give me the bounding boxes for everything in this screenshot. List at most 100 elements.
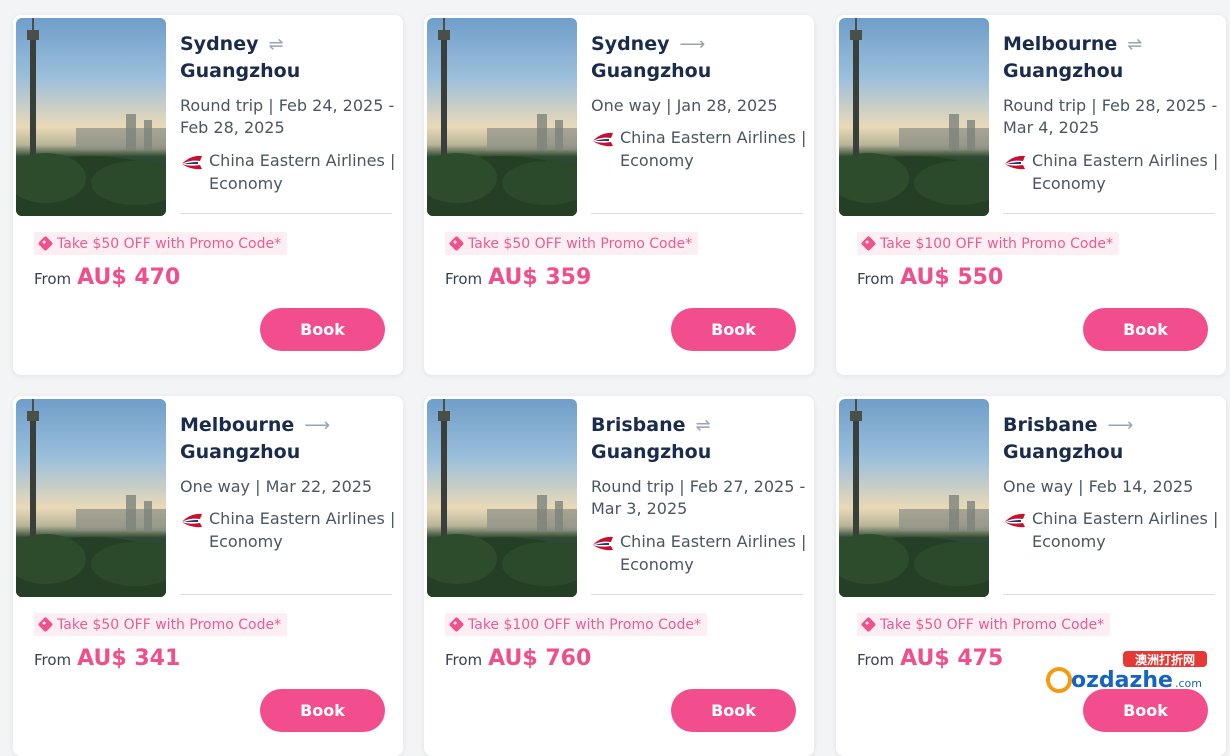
flight-card[interactable]: Brisbane ⟶ Guangzhou One way | Feb 14, 20… — [836, 396, 1226, 756]
origin-city: Sydney — [591, 33, 670, 55]
promo-badge: Take $50 OFF with Promo Code* — [34, 232, 288, 255]
ozdazhe-watermark-logo: 澳洲打折网 ozdazhe .com — [1046, 651, 1207, 693]
trip-details: Round trip | Feb 28, 2025 - Mar 4, 2025 — [1003, 96, 1218, 137]
airline-name: China Eastern Airlines | Economy — [209, 151, 396, 193]
promo-text: Take $100 OFF with Promo Code* — [880, 235, 1113, 252]
destination-city: Guangzhou — [591, 60, 712, 82]
price: From AU$ 475 — [857, 646, 1003, 671]
divider — [1003, 213, 1215, 214]
destination-image — [16, 18, 166, 216]
flight-card[interactable]: Sydney ⇌ Guangzhou Round trip | Feb 24, 2… — [13, 15, 403, 375]
promo-text: Take $50 OFF with Promo Code* — [880, 616, 1105, 633]
trip-details: Round trip | Feb 24, 2025 - Feb 28, 2025 — [180, 96, 395, 137]
promo-badge: Take $100 OFF with Promo Code* — [857, 232, 1119, 255]
origin-city: Sydney — [180, 33, 259, 55]
divider — [591, 594, 803, 595]
price-amount: AU$ 760 — [488, 646, 592, 671]
airline-info: China Eastern Airlines | Economy — [1003, 508, 1219, 553]
airline-name: China Eastern Airlines | Economy — [209, 509, 396, 551]
promo-text: Take $50 OFF with Promo Code* — [57, 616, 282, 633]
route-title: Melbourne ⇌ Guangzhou — [1003, 31, 1142, 85]
price: From AU$ 359 — [445, 265, 591, 290]
watermark-suffix-text: .com — [1175, 677, 1202, 690]
divider — [180, 594, 392, 595]
tag-icon — [448, 616, 465, 633]
price-from-label: From — [34, 651, 72, 669]
airline-info: China Eastern Airlines | Economy — [591, 127, 807, 172]
airline-name: China Eastern Airlines | Economy — [1032, 509, 1219, 551]
route-title: Sydney ⟶ Guangzhou — [591, 31, 711, 85]
promo-badge: Take $50 OFF with Promo Code* — [857, 613, 1111, 636]
promo-badge: Take $50 OFF with Promo Code* — [34, 613, 288, 636]
trip-details: Round trip | Feb 27, 2025 - Mar 3, 2025 — [591, 477, 806, 518]
round-trip-icon: ⇌ — [268, 34, 284, 55]
origin-city: Melbourne — [1003, 33, 1118, 55]
promo-text: Take $50 OFF with Promo Code* — [468, 235, 693, 252]
price-amount: AU$ 359 — [488, 265, 592, 290]
flight-card[interactable]: Melbourne ⟶ Guangzhou One way | Mar 22, 2… — [13, 396, 403, 756]
promo-badge: Take $100 OFF with Promo Code* — [445, 613, 707, 636]
china-eastern-logo-icon — [1005, 155, 1025, 170]
one-way-icon: ⟶ — [679, 34, 706, 55]
price-amount: AU$ 550 — [900, 265, 1004, 290]
tag-icon — [860, 616, 877, 633]
destination-city: Guangzhou — [591, 441, 712, 463]
airline-info: China Eastern Airlines | Economy — [1003, 150, 1219, 195]
tag-icon — [448, 235, 465, 252]
china-eastern-logo-icon — [593, 132, 613, 147]
airline-info: China Eastern Airlines | Economy — [591, 531, 807, 576]
airline-info: China Eastern Airlines | Economy — [180, 508, 396, 553]
flight-card[interactable]: Brisbane ⇌ Guangzhou Round trip | Feb 27,… — [424, 396, 814, 756]
flight-card[interactable]: Sydney ⟶ Guangzhou One way | Jan 28, 2025… — [424, 15, 814, 375]
price: From AU$ 341 — [34, 646, 180, 671]
book-button[interactable]: Book — [1083, 308, 1208, 351]
round-trip-icon: ⇌ — [695, 415, 711, 436]
price-from-label: From — [34, 270, 72, 288]
airline-info: China Eastern Airlines | Economy — [180, 150, 396, 195]
route-title: Brisbane ⇌ Guangzhou — [591, 412, 711, 466]
round-trip-icon: ⇌ — [1127, 34, 1143, 55]
one-way-icon: ⟶ — [1107, 415, 1134, 436]
divider — [591, 213, 803, 214]
airline-name: China Eastern Airlines | Economy — [620, 532, 807, 574]
destination-city: Guangzhou — [180, 441, 301, 463]
book-button[interactable]: Book — [260, 308, 385, 351]
watermark-main-text: ozdazhe — [1071, 668, 1173, 693]
trip-details: One way | Jan 28, 2025 — [591, 96, 778, 115]
china-eastern-logo-icon — [1005, 513, 1025, 528]
destination-image — [427, 399, 577, 597]
price-from-label: From — [445, 651, 483, 669]
china-eastern-logo-icon — [182, 155, 202, 170]
flight-card[interactable]: Melbourne ⇌ Guangzhou Round trip | Feb 28… — [836, 15, 1226, 375]
book-button[interactable]: Book — [260, 689, 385, 732]
route-title: Melbourne ⟶ Guangzhou — [180, 412, 330, 466]
airline-name: China Eastern Airlines | Economy — [1032, 151, 1219, 193]
divider — [1003, 594, 1215, 595]
price-from-label: From — [445, 270, 483, 288]
price-amount: AU$ 475 — [900, 646, 1004, 671]
route-title: Sydney ⇌ Guangzhou — [180, 31, 300, 85]
destination-image — [427, 18, 577, 216]
divider — [180, 213, 392, 214]
price: From AU$ 550 — [857, 265, 1003, 290]
one-way-icon: ⟶ — [304, 415, 331, 436]
destination-image — [839, 18, 989, 216]
china-eastern-logo-icon — [182, 513, 202, 528]
price: From AU$ 470 — [34, 265, 180, 290]
price: From AU$ 760 — [445, 646, 591, 671]
origin-city: Brisbane — [591, 414, 686, 436]
destination-city: Guangzhou — [1003, 60, 1124, 82]
book-button[interactable]: Book — [671, 308, 796, 351]
route-title: Brisbane ⟶ Guangzhou — [1003, 412, 1133, 466]
promo-text: Take $100 OFF with Promo Code* — [468, 616, 701, 633]
tag-icon — [37, 616, 54, 633]
trip-details: One way | Feb 14, 2025 — [1003, 477, 1194, 496]
watermark-chinese-text: 澳洲打折网 — [1135, 652, 1195, 667]
destination-city: Guangzhou — [180, 60, 301, 82]
destination-image — [16, 399, 166, 597]
tag-icon — [860, 235, 877, 252]
price-amount: AU$ 341 — [77, 646, 181, 671]
airline-name: China Eastern Airlines | Economy — [620, 128, 807, 170]
china-eastern-logo-icon — [593, 536, 613, 551]
book-button[interactable]: Book — [671, 689, 796, 732]
